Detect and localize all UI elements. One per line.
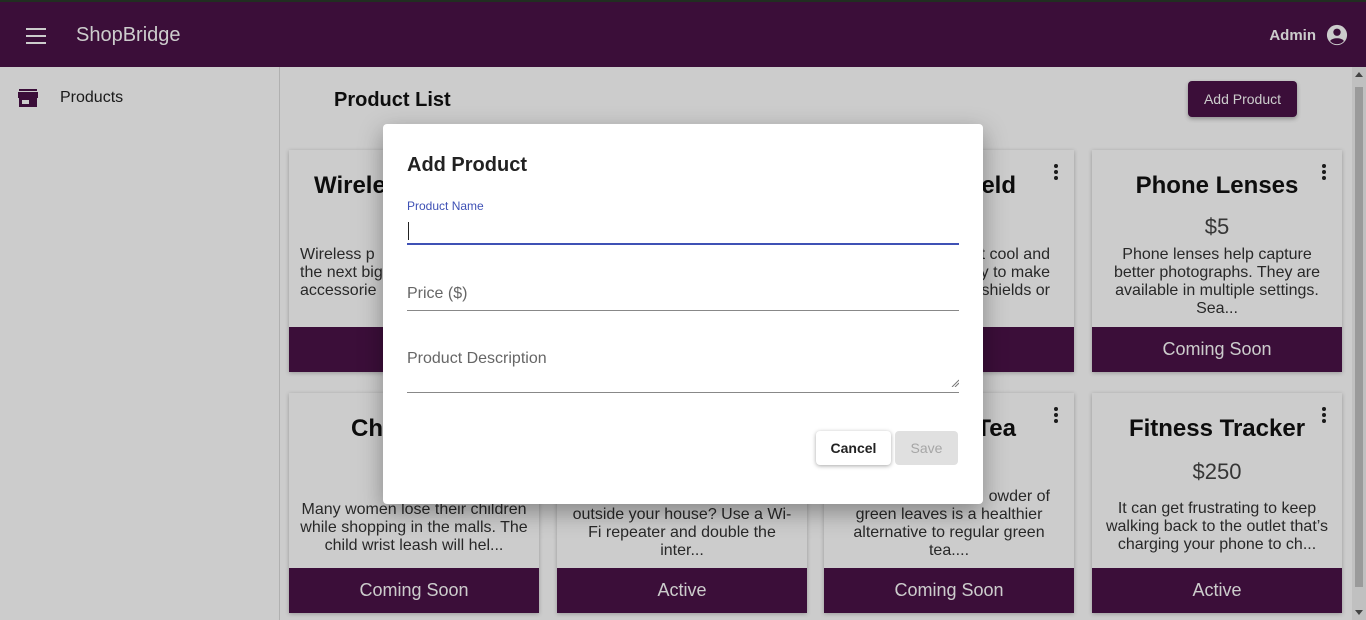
product-name-input[interactable]	[407, 219, 959, 243]
save-button[interactable]: Save	[895, 431, 958, 465]
price-underline	[407, 310, 959, 311]
price-field[interactable]: Price ($)	[407, 274, 959, 312]
product-name-underline	[407, 243, 959, 245]
description-placeholder: Product Description	[407, 350, 547, 367]
price-placeholder: Price ($)	[407, 285, 468, 302]
description-field[interactable]: Product Description	[407, 339, 959, 395]
description-underline	[407, 392, 959, 393]
product-name-field[interactable]: Product Name	[407, 199, 959, 247]
product-name-label: Product Name	[407, 199, 484, 213]
dialog-title: Add Product	[407, 154, 527, 176]
cancel-button[interactable]: Cancel	[816, 431, 891, 465]
text-caret	[408, 222, 409, 240]
add-product-dialog: Add Product Product Name Price ($) Produ…	[383, 124, 983, 504]
resize-handle-icon[interactable]	[951, 379, 959, 387]
